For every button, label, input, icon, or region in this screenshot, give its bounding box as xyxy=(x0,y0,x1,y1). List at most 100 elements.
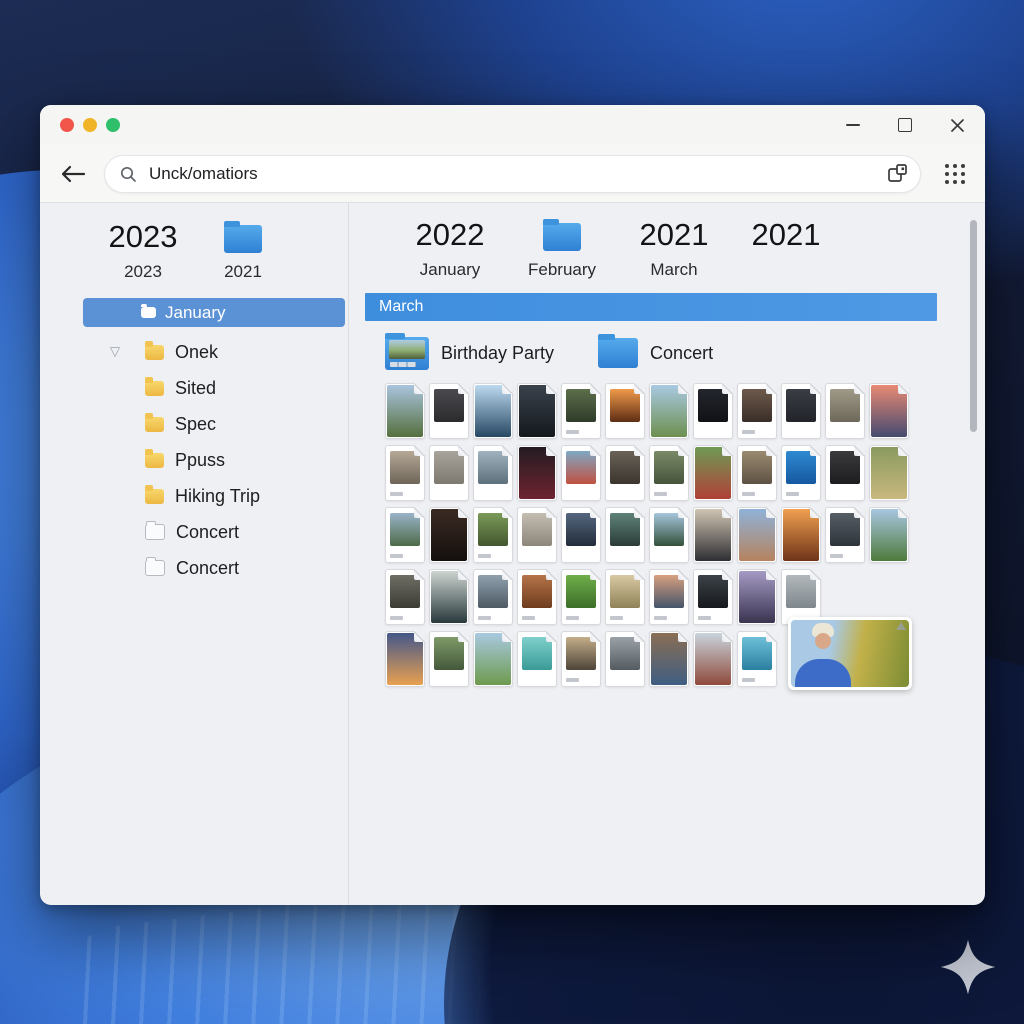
folder-item-birthday-party[interactable]: Birthday Party xyxy=(385,337,554,370)
photo-thumbnail[interactable] xyxy=(605,631,645,687)
sidebar-group-2023[interactable]: 20232023 xyxy=(100,217,186,284)
caption-mark xyxy=(390,554,403,558)
page-fold-icon xyxy=(766,569,777,580)
photo-thumbnail[interactable] xyxy=(561,445,601,501)
photo-thumbnail[interactable] xyxy=(737,631,777,687)
photo-thumbnail[interactable] xyxy=(429,631,469,687)
photo-thumbnail[interactable] xyxy=(429,445,469,501)
traffic-lights xyxy=(60,118,120,132)
maximize-icon[interactable] xyxy=(895,115,915,135)
page-fold-icon xyxy=(634,569,645,580)
sidebar-item-onek[interactable]: ▽Onek xyxy=(40,334,348,370)
minimize-icon[interactable] xyxy=(843,115,863,135)
year-item-march[interactable]: 2021March xyxy=(618,215,730,282)
photo-thumbnail[interactable] xyxy=(649,383,689,439)
photo-thumbnail[interactable] xyxy=(385,631,425,687)
sidebar-item-january-selected[interactable]: January xyxy=(83,298,345,327)
photo-thumbnail[interactable] xyxy=(429,507,469,563)
photo-thumbnail[interactable] xyxy=(561,383,601,439)
photo-thumbnail[interactable] xyxy=(473,631,513,687)
photo-thumbnail[interactable] xyxy=(517,383,557,439)
sidebar-item-sited[interactable]: Sited xyxy=(40,370,348,406)
photo-thumbnail[interactable] xyxy=(385,507,425,563)
photo-thumbnail[interactable] xyxy=(781,507,821,563)
photo-thumbnail[interactable] xyxy=(385,569,425,625)
photo-thumbnail[interactable] xyxy=(473,445,513,501)
close-traffic-button[interactable] xyxy=(60,118,74,132)
folder-item-concert[interactable]: Concert xyxy=(598,338,713,368)
search-bar[interactable] xyxy=(104,155,921,193)
page-fold-icon xyxy=(722,445,733,456)
photo-thumbnail[interactable] xyxy=(561,631,601,687)
zoom-traffic-button[interactable] xyxy=(106,118,120,132)
photo-thumbnail[interactable] xyxy=(473,507,513,563)
photo-thumbnail[interactable] xyxy=(429,383,469,439)
page-fold-icon xyxy=(502,383,513,394)
photo-thumbnail[interactable] xyxy=(385,445,425,501)
photo-thumbnail[interactable] xyxy=(385,383,425,439)
photo-thumbnail[interactable] xyxy=(693,569,733,625)
photo-thumbnail[interactable] xyxy=(693,383,733,439)
search-input[interactable] xyxy=(147,163,887,185)
photo-thumbnail[interactable] xyxy=(649,569,689,625)
photo-thumbnail[interactable] xyxy=(517,445,557,501)
sidebar-group-2021[interactable]: 2021 xyxy=(200,217,286,284)
photo-thumbnail[interactable] xyxy=(649,507,689,563)
photo-thumbnail[interactable] xyxy=(869,383,909,439)
sidebar-item-spec[interactable]: Spec xyxy=(40,406,348,442)
photo-thumbnail[interactable] xyxy=(517,507,557,563)
sidebar-item-hiking-trip[interactable]: Hiking Trip xyxy=(40,478,348,514)
photo-thumbnail[interactable] xyxy=(825,507,865,563)
year-item-february[interactable]: February xyxy=(506,215,618,282)
photo-thumbnail[interactable] xyxy=(781,383,821,439)
photo-thumbnail[interactable] xyxy=(473,569,513,625)
year-item-2021[interactable]: 2021 xyxy=(730,215,842,282)
photo-thumbnail[interactable] xyxy=(605,445,645,501)
photo-thumbnail[interactable] xyxy=(693,445,733,501)
photo-thumbnail[interactable] xyxy=(693,631,733,687)
photo-thumbnail[interactable] xyxy=(649,631,689,687)
item-label: Birthday Party xyxy=(441,343,554,364)
photo-thumbnail[interactable] xyxy=(605,383,645,439)
photo-thumbnail[interactable] xyxy=(561,569,601,625)
photo-thumbnail[interactable] xyxy=(869,445,909,501)
photo-thumbnail[interactable] xyxy=(473,383,513,439)
page-fold-icon xyxy=(810,507,821,518)
sidebar-item-concert[interactable]: Concert xyxy=(40,550,348,586)
close-icon[interactable] xyxy=(947,115,967,135)
sidebar-item-concert[interactable]: Concert xyxy=(40,514,348,550)
sidebar-item-ppuss[interactable]: Ppuss xyxy=(40,442,348,478)
photo-thumbnail[interactable] xyxy=(737,569,777,625)
photo-thumbnail[interactable] xyxy=(825,383,865,439)
photo-thumbnail[interactable] xyxy=(649,445,689,501)
chevron-down-icon[interactable]: ▽ xyxy=(110,343,120,359)
portrait-photo[interactable] xyxy=(788,617,912,690)
photo-thumbnail[interactable] xyxy=(825,445,865,501)
back-button[interactable] xyxy=(60,165,86,183)
photo-thumbnail[interactable] xyxy=(429,569,469,625)
apps-grid-icon[interactable] xyxy=(945,164,965,184)
caption-mark xyxy=(654,492,667,496)
photo-thumbnail[interactable] xyxy=(781,445,821,501)
caption-mark xyxy=(742,430,755,434)
photo-thumbnail[interactable] xyxy=(737,445,777,501)
caption-mark xyxy=(478,554,491,558)
new-window-icon[interactable] xyxy=(887,163,908,184)
minimize-traffic-button[interactable] xyxy=(83,118,97,132)
photo-thumbnail[interactable] xyxy=(605,569,645,625)
photo-image xyxy=(791,620,909,687)
photo-thumbnail[interactable] xyxy=(869,507,909,563)
scrollbar[interactable] xyxy=(970,220,977,432)
photo-thumbnail[interactable] xyxy=(517,631,557,687)
item-label: Sited xyxy=(175,378,216,399)
page-fold-icon xyxy=(678,445,689,456)
photo-thumbnail[interactable] xyxy=(605,507,645,563)
caption-mark xyxy=(742,678,755,682)
photo-thumbnail[interactable] xyxy=(737,507,777,563)
photo-thumbnail[interactable] xyxy=(561,507,601,563)
photo-thumbnail[interactable] xyxy=(517,569,557,625)
page-fold-icon xyxy=(414,631,425,642)
photo-thumbnail[interactable] xyxy=(737,383,777,439)
photo-thumbnail[interactable] xyxy=(693,507,733,563)
year-item-january[interactable]: 2022January xyxy=(394,215,506,282)
